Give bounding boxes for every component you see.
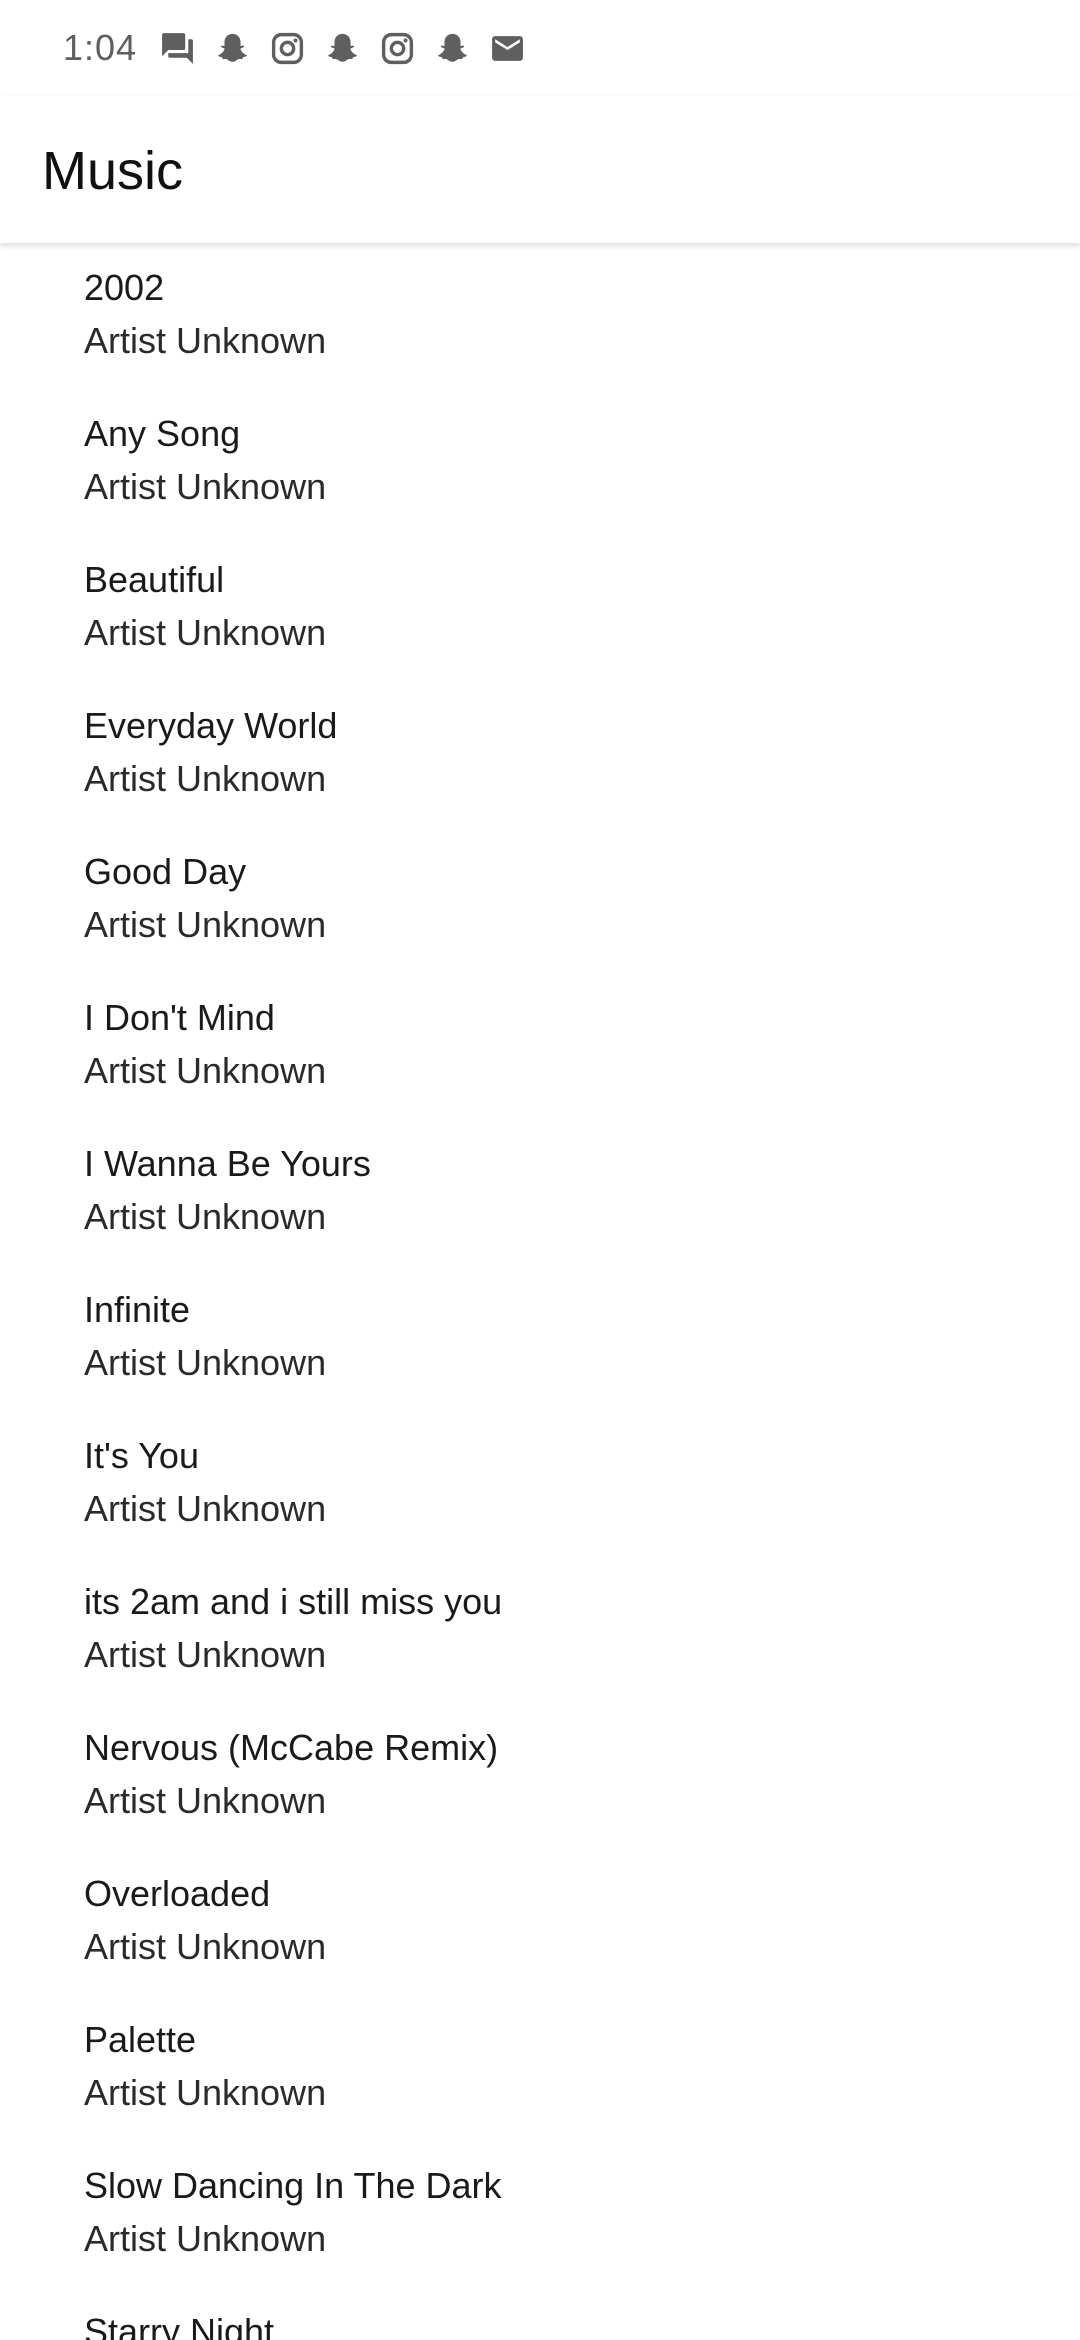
song-title: Overloaded — [84, 1873, 271, 1914]
song-title: I Don't Mind — [84, 997, 275, 1038]
song-list[interactable]: 2002 Artist Unknown Any Song Artist Unkn… — [0, 243, 1080, 2340]
song-artist: Artist Unknown — [84, 1634, 327, 1675]
song-artist: Artist Unknown — [84, 2072, 327, 2113]
song-artist: Artist Unknown — [84, 1488, 327, 1529]
song-artist: Artist Unknown — [84, 1780, 327, 1821]
song-item[interactable]: Overloaded Artist Unknown — [0, 1849, 1080, 1995]
song-title: Beautiful — [84, 559, 225, 600]
song-artist: Artist Unknown — [84, 758, 327, 799]
notification-icons — [159, 30, 526, 67]
song-artist: Artist Unknown — [84, 1050, 327, 1091]
instagram-icon — [269, 30, 306, 67]
song-item[interactable]: Infinite Artist Unknown — [0, 1265, 1080, 1411]
song-title: I Wanna Be Yours — [84, 1143, 371, 1184]
song-item[interactable]: Starry Night — [0, 2287, 1080, 2340]
song-title: Starry Night — [84, 2311, 275, 2340]
song-item[interactable]: Good Day Artist Unknown — [0, 827, 1080, 973]
instagram-icon — [379, 30, 416, 67]
song-item[interactable]: I Wanna Be Yours Artist Unknown — [0, 1119, 1080, 1265]
app-bar: Music — [0, 96, 1080, 243]
song-artist: Artist Unknown — [84, 466, 327, 507]
song-title: 2002 — [84, 267, 165, 308]
song-artist: Artist Unknown — [84, 2218, 327, 2259]
song-item[interactable]: Any Song Artist Unknown — [0, 389, 1080, 535]
song-title: Slow Dancing In The Dark — [84, 2165, 502, 2206]
song-artist: Artist Unknown — [84, 320, 327, 361]
song-artist: Artist Unknown — [84, 1196, 327, 1237]
song-item[interactable]: Everyday World Artist Unknown — [0, 681, 1080, 827]
snapchat-icon — [214, 30, 251, 67]
snapchat-icon — [434, 30, 471, 67]
song-item[interactable]: Beautiful Artist Unknown — [0, 535, 1080, 681]
song-item[interactable]: Nervous (McCabe Remix) Artist Unknown — [0, 1703, 1080, 1849]
song-artist: Artist Unknown — [84, 1342, 327, 1383]
snapchat-icon — [324, 30, 361, 67]
song-item[interactable]: It's You Artist Unknown — [0, 1411, 1080, 1557]
song-item[interactable]: 2002 Artist Unknown — [0, 243, 1080, 389]
song-artist: Artist Unknown — [84, 904, 327, 945]
song-title: Any Song — [84, 413, 241, 454]
song-title: Palette — [84, 2019, 197, 2060]
status-time: 1:04 — [63, 27, 138, 68]
song-item[interactable]: Slow Dancing In The Dark Artist Unknown — [0, 2141, 1080, 2287]
page-title: Music — [42, 140, 184, 201]
song-title: Good Day — [84, 851, 247, 892]
song-title: It's You — [84, 1435, 199, 1476]
song-title: Nervous (McCabe Remix) — [84, 1727, 499, 1768]
song-title: its 2am and i still miss you — [84, 1581, 503, 1622]
song-title: Infinite — [84, 1289, 191, 1330]
song-item[interactable]: Palette Artist Unknown — [0, 1995, 1080, 2141]
status-bar: 1:04 — [0, 0, 1080, 96]
song-artist: Artist Unknown — [84, 1926, 327, 1967]
song-item[interactable]: I Don't Mind Artist Unknown — [0, 973, 1080, 1119]
gmail-icon — [489, 30, 526, 67]
song-artist: Artist Unknown — [84, 612, 327, 653]
song-title: Everyday World — [84, 705, 338, 746]
song-item[interactable]: its 2am and i still miss you Artist Unkn… — [0, 1557, 1080, 1703]
chat-icon — [159, 30, 196, 67]
